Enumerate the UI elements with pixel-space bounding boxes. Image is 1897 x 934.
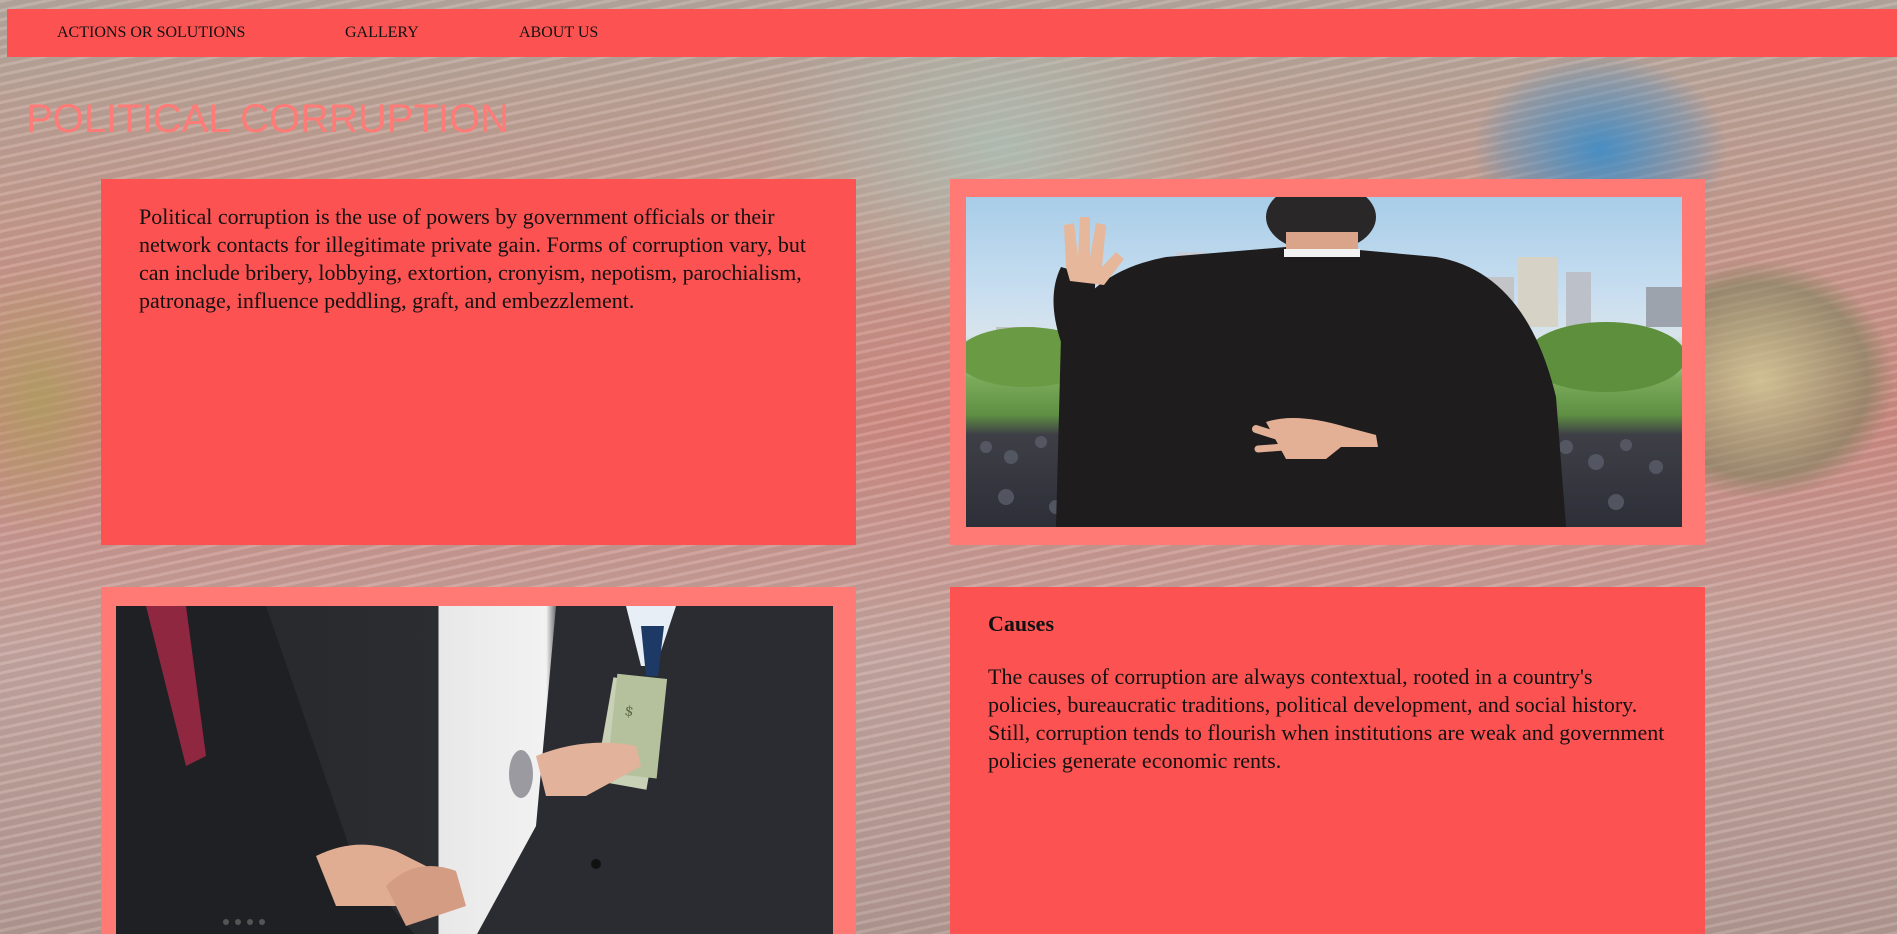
page-title: POLITICAL CORRUPTION (26, 97, 510, 141)
image-panel-oath (950, 179, 1705, 545)
nav-link-about-us[interactable]: ABOUT US (519, 9, 598, 57)
top-nav-bar: ACTIONS OR SOLUTIONS GALLERY ABOUT US (7, 9, 1897, 57)
oath-crossed-fingers-image (966, 197, 1682, 527)
intro-text: Political corruption is the use of power… (139, 204, 806, 313)
intro-panel: Political corruption is the use of power… (101, 179, 856, 545)
causes-text: The causes of corruption are always cont… (988, 664, 1665, 773)
nav-link-actions-or-solutions[interactable]: ACTIONS OR SOLUTIONS (57, 9, 245, 57)
causes-heading: Causes (988, 611, 1055, 636)
oath-illustration (966, 197, 1682, 527)
nav-link-gallery[interactable]: GALLERY (345, 9, 419, 57)
bribe-handshake-image: $ (116, 606, 833, 934)
causes-panel: Causes The causes of corruption are alwa… (950, 587, 1705, 934)
image-panel-bribe: $ (101, 587, 856, 934)
bribe-illustration: $ (116, 606, 833, 934)
